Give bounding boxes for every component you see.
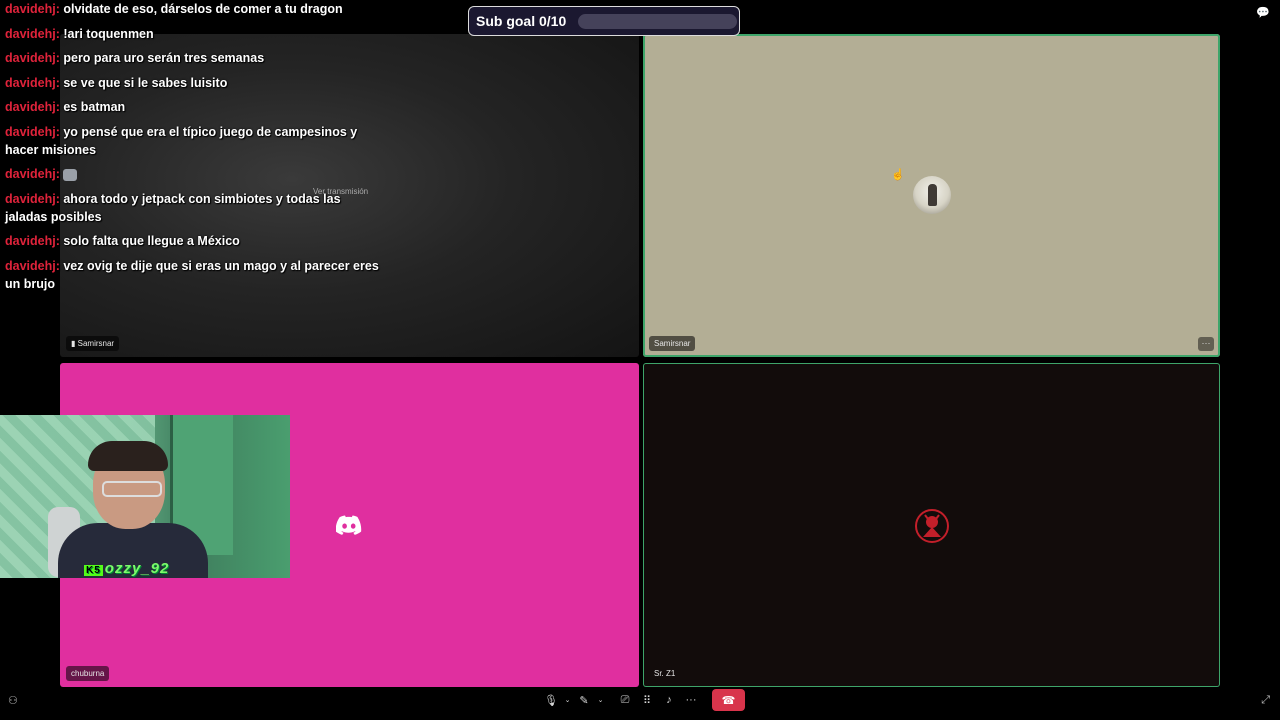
fullscreen-icon[interactable]: ⤢: [1261, 694, 1270, 707]
chat-bubble-icon[interactable]: 💬: [1256, 6, 1270, 19]
discord-logo-icon: [336, 515, 362, 535]
chat-message: davidehj: olvidate de eso, dárselos de c…: [5, 2, 343, 16]
screen-share-icon: ▮: [71, 339, 78, 348]
sub-goal-label: Sub goal 0/10: [476, 13, 567, 29]
chevron-down-icon[interactable]: ⌄: [595, 690, 606, 710]
mute-microphone-button[interactable]: 🎙: [540, 690, 562, 710]
sub-goal-progress-bar: [578, 14, 737, 29]
chat-message: davidehj: es batman: [5, 100, 126, 114]
people-icon[interactable]: ⚇: [8, 694, 18, 707]
chat-message: davidehj: pero para uro serán tres seman…: [5, 51, 265, 65]
sub-goal-widget: Sub goal 0/10: [468, 6, 740, 36]
kick-logo-icon: K5: [84, 565, 103, 576]
participant-tile-samirsnar[interactable]: ☝ Samirsnar ···: [643, 34, 1220, 357]
chat-overlay: davidehj: olvidate de eso, dárselos de c…: [5, 0, 405, 299]
participant-tile-sr-z1[interactable]: Sr. Z1: [643, 363, 1220, 687]
more-options-button[interactable]: ···: [1198, 337, 1214, 351]
chevron-down-icon[interactable]: ⌄: [562, 690, 573, 710]
chat-message: davidehj:: [5, 165, 405, 183]
participant-name-tag: chuburna: [66, 666, 110, 681]
chat-message: davidehj: ahora todo y jetpack con simbi…: [5, 191, 341, 224]
chat-message: davidehj: solo falta que llegue a México: [5, 234, 240, 248]
more-options-button[interactable]: ···: [680, 690, 702, 710]
chat-message: davidehj: !ari toquenmen: [5, 26, 154, 41]
participant-name-tag: ▮ Samirsnar: [66, 336, 120, 351]
streamer-webcam: [0, 415, 290, 578]
toggle-camera-button[interactable]: ✎: [573, 690, 595, 710]
share-screen-button[interactable]: ⎚: [614, 690, 636, 710]
chat-message: davidehj: vez ovig te dije que si eras u…: [5, 258, 379, 291]
cat-emote-icon: [63, 168, 78, 181]
mouse-cursor-icon: ☝: [891, 169, 905, 181]
soundboard-button[interactable]: ♪: [658, 690, 680, 710]
demon-avatar-icon: [915, 509, 949, 543]
participant-name-tag: Samirsnar: [649, 336, 696, 351]
chat-message: davidehj: yo pensé que era el típico jue…: [5, 124, 358, 157]
avatar: [913, 176, 951, 214]
streamer-name-tag: K5 ozzy_92: [84, 560, 170, 577]
chat-message: davidehj: se ve que si le sabes luisito: [5, 75, 228, 90]
disconnect-button[interactable]: ☎: [712, 689, 745, 711]
participant-name-tag: Sr. Z1: [654, 669, 676, 678]
activities-button[interactable]: ⠿: [636, 690, 658, 710]
call-toolbar: 🎙 ⌄ ✎ ⌄ ⎚ ⠿ ♪ ··· ☎: [540, 689, 745, 711]
